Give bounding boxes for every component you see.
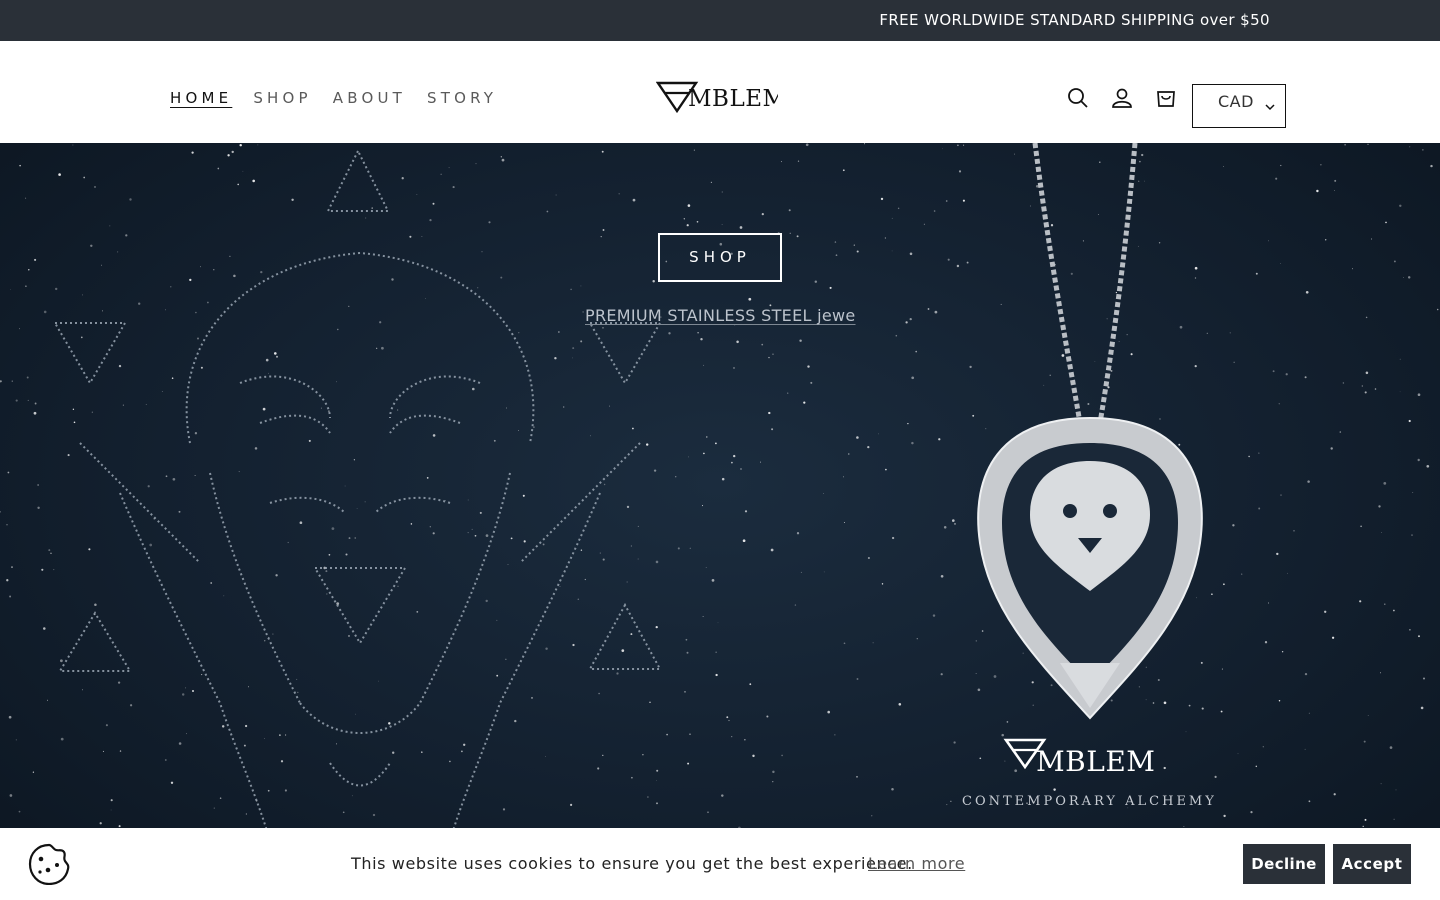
account-icon[interactable] [1111, 87, 1133, 109]
decline-button[interactable]: Decline [1243, 844, 1325, 884]
nav-about[interactable]: ABOUT [333, 89, 406, 107]
chevron-down-icon [1265, 97, 1275, 111]
hero-subtitle[interactable]: PREMIUM STAINLESS STEEL jewe [585, 306, 885, 325]
nav-shop[interactable]: SHOP [253, 89, 311, 107]
shop-button[interactable]: SHOP [658, 233, 782, 282]
brand-tagline: CONTEMPORARY ALCHEMY [962, 794, 1217, 809]
nav-story[interactable]: STORY [427, 89, 497, 107]
announcement-text: FREE WORLDWIDE STANDARD SHIPPING over $5… [879, 11, 1270, 29]
nav-home[interactable]: HOME [170, 89, 232, 107]
cart-icon[interactable] [1155, 87, 1177, 109]
svg-text:MBLEM: MBLEM [1036, 745, 1155, 778]
site-header: HOME SHOP ABOUT STORY MBLEM CAD [0, 41, 1440, 143]
announcement-bar: FREE WORLDWIDE STANDARD SHIPPING over $5… [0, 0, 1440, 41]
cookie-message: This website uses cookies to ensure you … [351, 854, 913, 873]
hero-banner: SHOP PREMIUM STAINLESS STEEL jewe MBLEM … [0, 143, 1440, 900]
svg-text:MBLEM: MBLEM [688, 86, 778, 112]
cookie-banner: This website uses cookies to ensure you … [0, 828, 1440, 900]
learn-more-link[interactable]: Learn more [868, 854, 965, 873]
site-logo[interactable]: MBLEM [656, 79, 778, 117]
main-nav: HOME SHOP ABOUT STORY [170, 89, 497, 107]
shop-button-label: SHOP [689, 248, 751, 266]
accept-button[interactable]: Accept [1333, 844, 1411, 884]
cookie-icon [28, 843, 70, 886]
search-icon[interactable] [1067, 87, 1089, 109]
currency-selector[interactable]: CAD [1192, 84, 1286, 128]
currency-value: CAD [1218, 92, 1254, 111]
